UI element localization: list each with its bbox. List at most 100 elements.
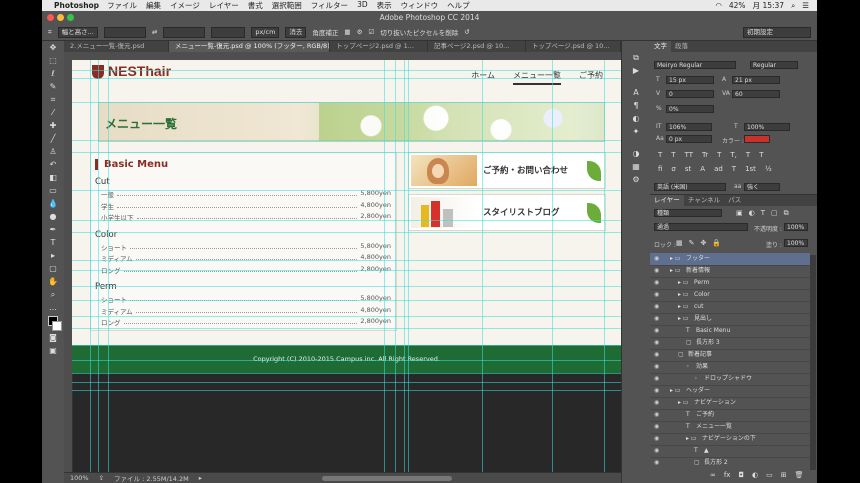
wifi-icon[interactable]: ◠ [715, 1, 722, 10]
guide-vertical[interactable] [384, 60, 385, 472]
zoom-tool-icon[interactable]: ⌕ [47, 290, 59, 300]
clock-label[interactable]: 月 15:37 [753, 0, 785, 11]
visibility-eye-icon[interactable]: ◉ [654, 277, 659, 289]
width-field[interactable] [103, 26, 146, 38]
status-menu-arrow-icon[interactable]: ▸ [199, 474, 202, 482]
guide-horizontal[interactable] [72, 382, 621, 383]
type-style-button[interactable]: T [717, 151, 721, 159]
add-mask-icon[interactable]: ◘ [738, 471, 744, 479]
visibility-eye-icon[interactable]: ◉ [654, 457, 659, 469]
workspace-select[interactable]: 初期設定 [743, 26, 811, 38]
reset-icon[interactable]: ↺ [464, 28, 469, 36]
guide-horizontal[interactable] [72, 220, 621, 221]
visibility-eye-icon[interactable]: ◉ [654, 289, 659, 301]
opentype-button[interactable]: σ [671, 165, 675, 173]
smart-filter-icon[interactable]: ⧉ [784, 209, 789, 218]
battery-label[interactable]: 42% [729, 1, 746, 10]
type-filter-icon[interactable]: T [761, 209, 765, 218]
type-style-button[interactable]: T [746, 151, 750, 159]
guide-vertical[interactable] [108, 60, 109, 472]
guide-horizontal[interactable] [72, 232, 621, 233]
document-tab[interactable]: 記事ページ2.psd @ 10... [428, 41, 526, 52]
guide-horizontal[interactable] [72, 190, 621, 191]
history-brush-tool-icon[interactable]: ↶ [47, 160, 59, 170]
search-icon[interactable]: ⌕ [791, 1, 795, 11]
document-canvas[interactable]: NESThair ホーム メニュー一覧 ご予約 メニュー一覧 Basic Men… [72, 60, 621, 472]
lock-all-icon[interactable]: 🔒 [712, 239, 721, 247]
crop-tool-icon[interactable]: ⌗ [48, 28, 52, 37]
layer-filter-select[interactable]: 種類 [654, 209, 722, 217]
fill-field[interactable]: 100% [784, 239, 808, 247]
visibility-eye-icon[interactable]: ◉ [654, 385, 659, 397]
tracking-field[interactable]: 60 [732, 90, 780, 98]
paragraph-panel-icon[interactable]: ¶ [630, 101, 642, 111]
tab-character[interactable]: 文字 [650, 41, 671, 52]
zoom-window-button[interactable] [67, 14, 74, 21]
preset-select[interactable]: 幅と高さ... [57, 26, 98, 38]
language-select[interactable]: 英語 (米国) [654, 183, 726, 191]
document-tab[interactable]: メニュー一覧-復元.psd @ 100% (フッター, RGB/8) * [168, 41, 331, 52]
link-layers-icon[interactable]: ∞ [710, 471, 716, 479]
eyedropper-tool-icon[interactable]: ⁄ [47, 108, 59, 118]
menu-1[interactable]: 編集 [146, 0, 161, 11]
visibility-eye-icon[interactable]: ◉ [654, 325, 659, 337]
add-style-icon[interactable]: fx [724, 471, 731, 479]
guide-vertical[interactable] [404, 60, 405, 472]
antialias-select[interactable]: 強く [744, 183, 780, 191]
adjustment-layer-icon[interactable]: ◐ [752, 471, 758, 479]
dodge-tool-icon[interactable]: ● [47, 212, 59, 222]
gradient-tool-icon[interactable]: ▭ [47, 186, 59, 196]
stamp-tool-icon[interactable]: ♙ [47, 147, 59, 157]
hand-tool-icon[interactable]: ✋ [47, 277, 59, 287]
visibility-eye-icon[interactable]: ◉ [654, 445, 659, 457]
lasso-tool-icon[interactable]: ℓ [47, 69, 59, 79]
menu-2[interactable]: イメージ [170, 0, 200, 11]
gear-icon[interactable]: ⚙ [357, 28, 363, 36]
opentype-button[interactable]: ½ [765, 165, 772, 173]
visibility-eye-icon[interactable]: ◉ [654, 337, 659, 349]
pen-tool-icon[interactable]: ✒ [47, 225, 59, 235]
tab-paths[interactable]: パス [724, 195, 745, 206]
delete-cropped-checkbox[interactable]: ☑ [368, 28, 374, 36]
guide-horizontal[interactable] [72, 270, 621, 271]
minimize-window-button[interactable] [57, 14, 64, 21]
menu-7[interactable]: 3D [357, 0, 368, 11]
guide-horizontal[interactable] [72, 70, 621, 71]
guide-horizontal[interactable] [72, 152, 621, 153]
crop-tool-icon[interactable]: ⌗ [47, 95, 59, 105]
clear-button[interactable]: 消去 [285, 26, 307, 38]
guide-horizontal[interactable] [72, 300, 621, 301]
unit-select[interactable]: px/cm [251, 26, 280, 38]
type-style-button[interactable]: T, [730, 151, 737, 159]
color-panel-icon[interactable]: ◑ [630, 149, 642, 159]
pixel-filter-icon[interactable]: ▣ [736, 209, 743, 218]
screen-mode-icon[interactable]: ▣ [47, 346, 59, 356]
opentype-button[interactable]: T [732, 165, 736, 173]
healing-tool-icon[interactable]: ✚ [47, 121, 59, 131]
straighten-button[interactable]: 角度補正 [312, 27, 338, 37]
vertical-scale-field[interactable]: 106% [666, 123, 712, 131]
guide-horizontal[interactable] [72, 78, 621, 79]
menu-4[interactable]: 書式 [248, 0, 263, 11]
horizontal-scrollbar[interactable] [322, 475, 452, 481]
font-style-select[interactable]: Regular [750, 61, 798, 69]
visibility-eye-icon[interactable]: ◉ [654, 313, 659, 325]
guide-vertical[interactable] [98, 60, 99, 472]
opentype-button[interactable]: A [700, 165, 705, 173]
brush-tool-icon[interactable]: ╱ [47, 134, 59, 144]
grid-overlay-icon[interactable]: ▦ [344, 28, 350, 36]
font-family-select[interactable]: Meiryo Regular [654, 61, 736, 69]
guide-vertical[interactable] [90, 60, 91, 472]
document-tab[interactable]: 2.メニュー一覧-復元.psd [64, 41, 169, 52]
menu-0[interactable]: ファイル [107, 0, 137, 11]
guide-horizontal[interactable] [72, 328, 621, 329]
shape-filter-icon[interactable]: ▢ [771, 209, 778, 218]
swap-icon[interactable]: ⇄ [152, 28, 157, 36]
marquee-tool-icon[interactable]: ⬚ [47, 56, 59, 66]
path-select-tool-icon[interactable]: ▸ [47, 251, 59, 261]
menu-8[interactable]: 表示 [377, 0, 392, 11]
font-size-field[interactable]: 15 px [666, 76, 714, 84]
share-icon[interactable]: ⇪ [99, 474, 104, 482]
visibility-eye-icon[interactable]: ◉ [654, 421, 659, 433]
lock-position-icon[interactable]: ✥ [701, 239, 707, 247]
